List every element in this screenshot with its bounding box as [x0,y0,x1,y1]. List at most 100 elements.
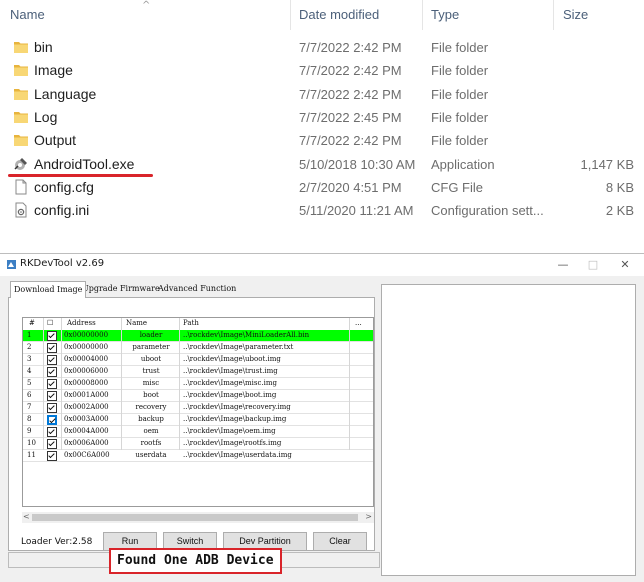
row-checkbox[interactable] [47,391,57,401]
file-row[interactable]: AndroidTool.exe 5/10/2018 10:30 AM Applica… [0,153,644,176]
file-type: CFG File [431,179,483,195]
file-type: File folder [431,133,489,149]
row-name[interactable]: recovery [124,403,178,411]
row-name[interactable]: rootfs [124,439,178,447]
file-type: Application [431,156,495,172]
file-row[interactable]: bin 7/7/2022 2:42 PM File folder [0,36,644,59]
grid-row[interactable]: 6 0x0001A000 boot ..\rockdev\Image\boot.img [23,390,373,402]
column-divider[interactable] [290,0,291,30]
column-divider[interactable] [422,0,423,30]
grid-row[interactable]: 1 0x00000000 loader ..\rockdev\Image\MiniLo… [23,330,373,342]
row-path[interactable]: ..\rockdev\Image\parameter.txt [183,343,293,351]
file-name: config.cfg [34,178,94,195]
scroll-thumb[interactable] [32,514,358,521]
grid-row[interactable]: 7 0x0002A000 recovery ..\rockdev\Image\reco… [23,402,373,414]
row-address[interactable]: 0x00000000 [64,343,108,351]
row-checkbox[interactable] [47,331,57,341]
grid-row[interactable]: 10 0x0006A000 rootfs ..\rockdev\Image\rootf… [23,438,373,450]
row-num: 10 [27,439,36,447]
row-path[interactable]: ..\rockdev\Image\misc.img [183,379,277,387]
file-type: File folder [431,86,489,102]
grid-column-line [179,318,180,450]
file-name: bin [34,39,53,55]
row-path[interactable]: ..\rockdev\Image\rootfs.img [183,439,281,447]
row-address[interactable]: 0x0001A000 [64,391,109,399]
row-address[interactable]: 0x00C6A000 [64,451,110,459]
application-icon [13,156,29,172]
row-path[interactable]: ..\rockdev\Image\backup.img [183,415,286,423]
tab-upgrade-firmware[interactable]: Upgrade Firmware [79,281,163,297]
row-address[interactable]: 0x00006000 [64,367,108,375]
file-row[interactable]: Language 7/7/2022 2:42 PM File folder [0,83,644,106]
column-divider[interactable] [553,0,554,30]
row-name[interactable]: loader [124,331,178,339]
row-name[interactable]: userdata [124,451,178,459]
file-date: 7/7/2022 2:42 PM [299,40,402,55]
row-checkbox[interactable] [47,451,57,461]
scroll-right-icon[interactable]: > [365,512,372,521]
row-address[interactable]: 0x0003A000 [64,415,109,423]
row-path[interactable]: ..\rockdev\Image\trust.img [183,367,278,375]
grid-row[interactable]: 4 0x00006000 trust ..\rockdev\Image\trust.i… [23,366,373,378]
rkdevtool-window: RKDevTool v2.69 — □ ✕ Download Image Upg… [0,253,644,582]
grid-row[interactable]: 5 0x00008000 misc ..\rockdev\Image\misc.img [23,378,373,390]
file-row[interactable]: Image 7/7/2022 2:42 PM File folder [0,59,644,82]
row-path[interactable]: ..\rockdev\Image\oem.img [183,427,276,435]
row-checkbox[interactable] [47,355,57,365]
row-name[interactable]: boot [124,391,178,399]
grid-row[interactable]: 2 0x00000000 parameter ..\rockdev\Image\par… [23,342,373,354]
row-path[interactable]: ..\rockdev\Image\recovery.img [183,403,291,411]
row-path[interactable]: ..\rockdev\Image\userdata.img [183,451,292,459]
close-icon[interactable]: ✕ [610,256,640,274]
file-explorer: Name ^ Date modified Type Size bin 7/7/20… [0,0,644,232]
row-name[interactable]: misc [124,379,178,387]
row-num: 8 [27,415,32,423]
row-name[interactable]: trust [124,367,178,375]
log-output-pane[interactable] [381,284,636,576]
grid-row[interactable]: 8 0x0003A000 backup ..\rockdev\Image\backup… [23,414,373,426]
file-name: AndroidTool.exe [34,155,135,172]
scroll-left-icon[interactable]: < [23,512,30,521]
row-name[interactable]: uboot [124,355,178,363]
row-checkbox[interactable] [47,379,57,389]
file-row[interactable]: Output 7/7/2022 2:42 PM File folder [0,129,644,152]
grid-row[interactable]: 9 0x0004A000 oem ..\rockdev\Image\oem.img [23,426,373,438]
minimize-icon[interactable]: — [548,256,578,274]
row-checkbox[interactable] [47,367,57,377]
grid-row[interactable]: 11 0x00C6A000 userdata ..\rockdev\Image\use… [23,450,373,462]
row-name[interactable]: parameter [124,343,178,351]
row-address[interactable]: 0x0006A000 [64,439,109,447]
row-name[interactable]: backup [124,415,178,423]
row-address[interactable]: 0x00000000 [64,331,108,339]
column-date-modified[interactable]: Date modified [299,7,379,22]
title-bar[interactable]: RKDevTool v2.69 — □ ✕ [0,254,644,276]
grid-row[interactable]: 3 0x00004000 uboot ..\rockdev\Image\uboot.i… [23,354,373,366]
row-checkbox[interactable] [47,427,57,437]
clear-button[interactable]: Clear [313,532,367,551]
row-checkbox[interactable] [47,403,57,413]
row-address[interactable]: 0x00008000 [64,379,108,387]
column-type[interactable]: Type [431,7,459,22]
row-checkbox[interactable] [47,415,57,425]
horizontal-scrollbar[interactable]: < > [22,512,374,523]
column-size[interactable]: Size [563,7,588,22]
maximize-icon[interactable]: □ [578,256,608,274]
tab-download-image[interactable]: Download Image [10,281,87,298]
header-check-all[interactable]: ☐ [47,319,53,327]
row-checkbox[interactable] [47,439,57,449]
row-path[interactable]: ..\rockdev\Image\boot.img [183,391,276,399]
row-path[interactable]: ..\rockdev\Image\uboot.img [183,355,281,363]
grid-column-line [43,318,44,450]
row-address[interactable]: 0x00004000 [64,355,108,363]
row-address[interactable]: 0x0004A000 [64,427,109,435]
grid-column-line [121,318,122,450]
tab-advanced-function[interactable]: Advanced Function [155,281,239,297]
file-row[interactable]: config.ini 5/11/2020 11:21 AM Configuratio… [0,199,644,222]
file-row[interactable]: config.cfg 2/7/2020 4:51 PM CFG File 8 KB [0,176,644,199]
row-address[interactable]: 0x0002A000 [64,403,109,411]
file-row[interactable]: Log 7/7/2022 2:45 PM File folder [0,106,644,129]
row-path[interactable]: ..\rockdev\Image\MiniLoaderAll.bin [183,331,309,339]
row-name[interactable]: oem [124,427,178,435]
row-checkbox[interactable] [47,343,57,353]
column-name[interactable]: Name [10,7,45,22]
